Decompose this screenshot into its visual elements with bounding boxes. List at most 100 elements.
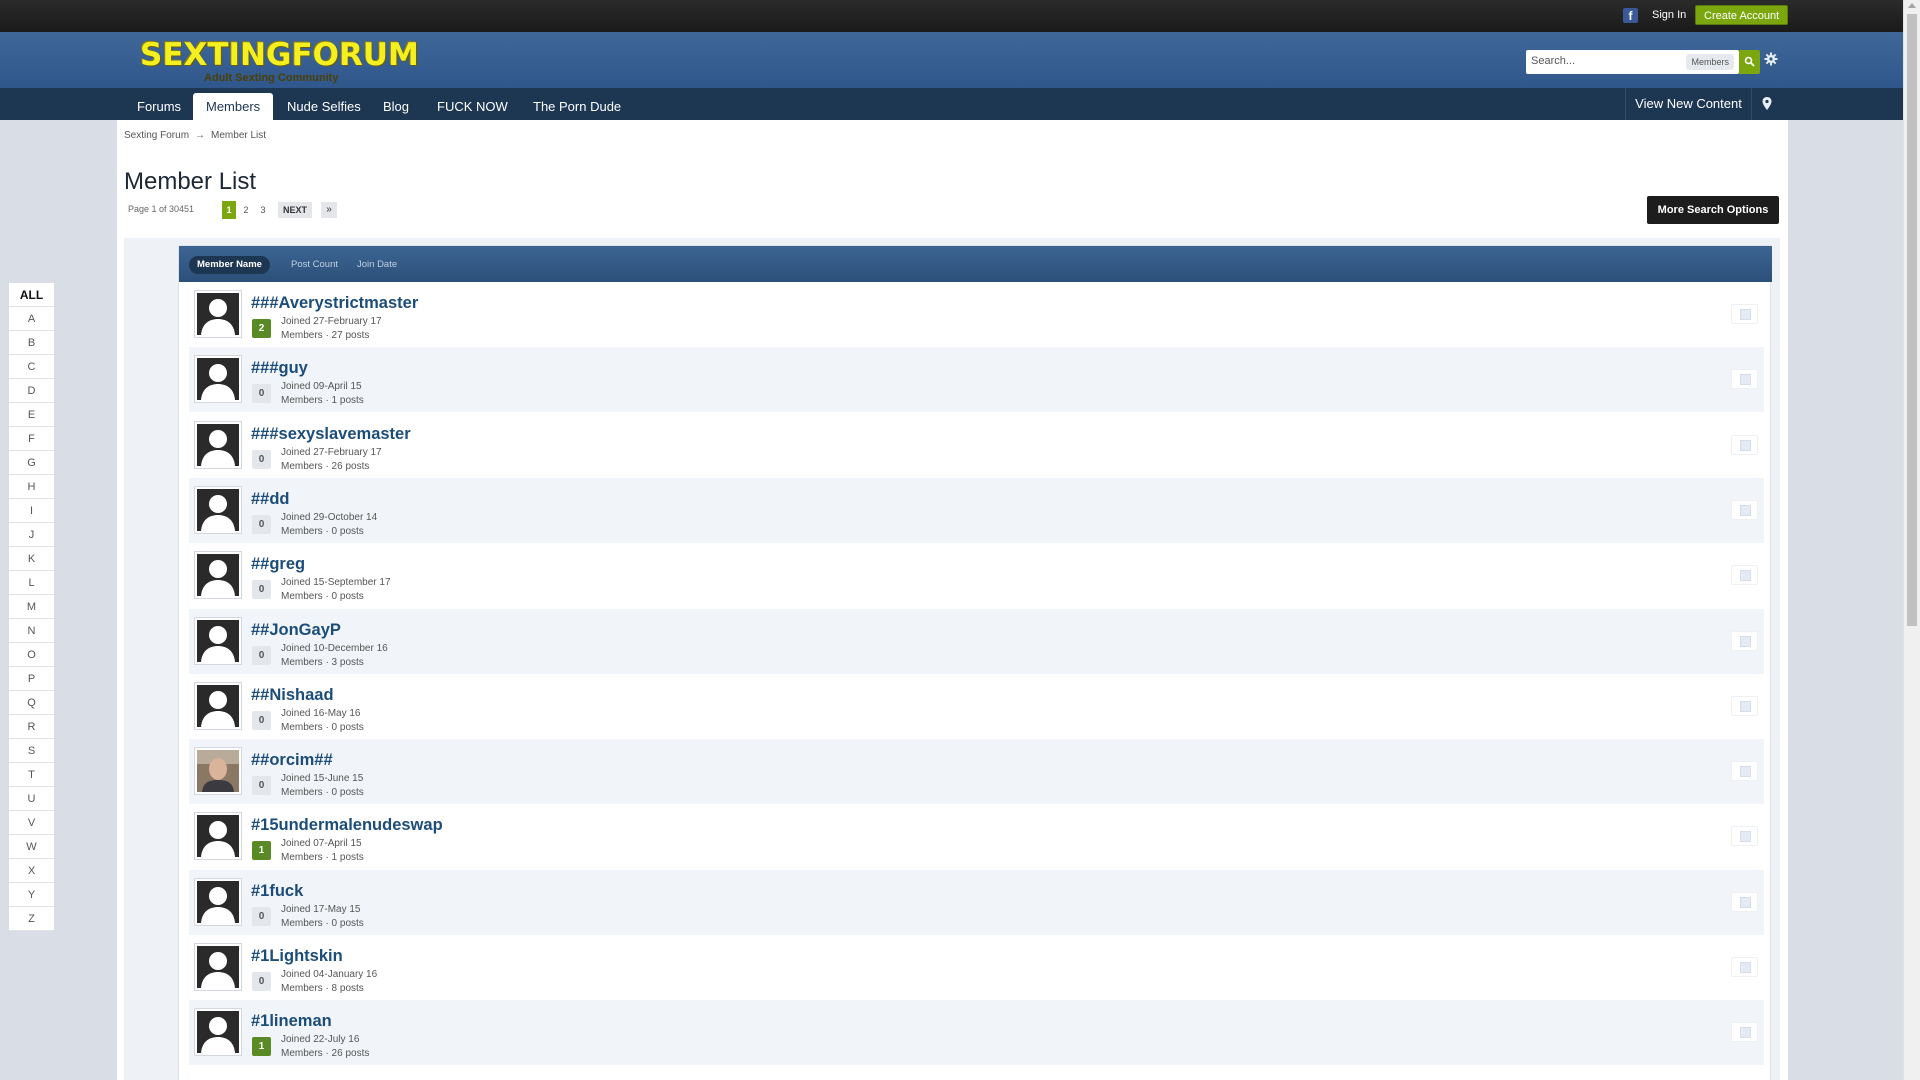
member-group-posts: Members · 0 posts — [281, 591, 364, 603]
member-row: #1fuck 0 Joined 17-May 15 Members · 0 posts — [189, 869, 1764, 935]
member-group-posts: Members · 27 posts — [281, 330, 370, 341]
letter-filter-y[interactable]: Y — [9, 883, 54, 907]
member-name-link[interactable]: ##JonGayP — [251, 621, 341, 640]
member-card-button[interactable] — [1731, 565, 1758, 586]
member-card-button[interactable] — [1731, 369, 1758, 390]
member-name-link[interactable]: ##greg — [251, 555, 305, 574]
letter-filter-m[interactable]: M — [9, 595, 54, 619]
letter-filter-j[interactable]: J — [9, 523, 54, 547]
sort-join-date[interactable]: Join Date — [357, 256, 397, 274]
user-photo-avatar — [197, 750, 239, 793]
member-name-link[interactable]: ##dd — [251, 490, 290, 509]
next-page-button[interactable]: NEXT — [278, 202, 313, 218]
letter-filter-d[interactable]: D — [9, 379, 54, 403]
member-name-link[interactable]: #1lineman — [251, 1012, 332, 1031]
letter-filter-v[interactable]: V — [9, 811, 54, 835]
sort-post-count[interactable]: Post Count — [291, 256, 338, 274]
scroll-up-arrow[interactable] — [1908, 3, 1916, 8]
page-scrollbar[interactable] — [1903, 0, 1920, 1080]
profile-card-icon — [1740, 831, 1751, 843]
member-card-button[interactable] — [1731, 630, 1758, 651]
member-name-link[interactable]: #15undermalenudeswap — [251, 816, 443, 835]
nav-tab-members[interactable]: Members — [193, 93, 274, 120]
avatar[interactable] — [194, 681, 242, 730]
avatar[interactable] — [194, 420, 242, 469]
page-2-link[interactable]: 2 — [239, 201, 253, 219]
member-name-link[interactable]: ###guy — [251, 359, 308, 378]
view-new-content-link[interactable]: View New Content — [1625, 88, 1751, 120]
letter-filter-k[interactable]: K — [9, 547, 54, 571]
facebook-icon[interactable]: f — [1623, 8, 1638, 23]
letter-filter-z[interactable]: Z — [9, 907, 54, 931]
member-card-button[interactable] — [1731, 434, 1758, 455]
avatar[interactable] — [194, 1008, 242, 1057]
page-3-link[interactable]: 3 — [256, 201, 270, 219]
search-scope-selector[interactable]: Members — [1686, 54, 1734, 70]
letter-filter-i[interactable]: I — [9, 499, 54, 523]
letter-filter-c[interactable]: C — [9, 355, 54, 379]
member-name-link[interactable]: #1fuck — [251, 882, 303, 901]
gear-icon[interactable] — [1764, 52, 1778, 66]
member-card-button[interactable] — [1731, 761, 1758, 782]
avatar[interactable] — [194, 943, 242, 991]
letter-filter-s[interactable]: S — [9, 739, 54, 763]
member-group-posts: Members · 8 posts — [281, 983, 364, 994]
member-name-link[interactable]: ###Averystrictmaster — [251, 294, 418, 313]
breadcrumb-home[interactable]: Sexting Forum — [124, 130, 189, 141]
letter-filter-o[interactable]: O — [9, 643, 54, 667]
sort-member-name[interactable]: Member Name — [189, 256, 270, 274]
member-name-link[interactable]: ###sexyslavemaster — [251, 425, 411, 444]
site-logo[interactable]: SEXTINGFORUM Adult Sexting Community — [140, 37, 419, 84]
member-name-link[interactable]: #1Lightskin — [251, 947, 343, 966]
letter-filter-u[interactable]: U — [9, 787, 54, 811]
profile-card-icon — [1740, 439, 1751, 451]
member-card-button[interactable] — [1731, 695, 1758, 716]
letter-filter-a[interactable]: A — [9, 307, 54, 331]
member-name-link[interactable]: ##Nishaad — [251, 686, 334, 705]
letter-filter-q[interactable]: Q — [9, 691, 54, 715]
letter-filter-n[interactable]: N — [9, 619, 54, 643]
member-name-link[interactable]: ##orcim## — [251, 751, 333, 770]
scrollbar-thumb[interactable] — [1907, 14, 1917, 626]
letter-filter-p[interactable]: P — [9, 667, 54, 691]
letter-filter-l[interactable]: L — [9, 571, 54, 595]
avatar[interactable] — [194, 877, 242, 926]
more-search-options-button[interactable]: More Search Options — [1647, 196, 1779, 224]
letter-filter-w[interactable]: W — [9, 835, 54, 859]
search-button[interactable] — [1739, 50, 1760, 74]
create-account-button[interactable]: Create Account — [1695, 5, 1789, 25]
avatar[interactable] — [194, 355, 242, 404]
avatar[interactable] — [194, 747, 242, 796]
letter-filter-x[interactable]: X — [9, 859, 54, 883]
letter-filter-b[interactable]: B — [9, 331, 54, 355]
nav-tab-the-porn-dude[interactable]: The Porn Dude — [520, 93, 634, 120]
reputation-badge: 0 — [252, 906, 271, 926]
letter-filter-e[interactable]: E — [9, 403, 54, 427]
member-card-button[interactable] — [1731, 499, 1758, 520]
avatar[interactable] — [194, 485, 242, 534]
nav-tab-fuck-now[interactable]: FUCK NOW — [424, 93, 521, 120]
member-card-button[interactable] — [1731, 826, 1758, 847]
member-card-button[interactable] — [1731, 304, 1758, 324]
avatar[interactable] — [194, 616, 242, 665]
member-card-button[interactable] — [1731, 1022, 1758, 1043]
avatar[interactable] — [194, 551, 242, 600]
member-card-button[interactable] — [1731, 891, 1758, 912]
sign-in-link[interactable]: Sign In — [1652, 9, 1686, 21]
letter-filter-all[interactable]: ALL — [9, 283, 54, 307]
letter-filter-g[interactable]: G — [9, 451, 54, 475]
letter-filter-t[interactable]: T — [9, 763, 54, 787]
letter-filter-f[interactable]: F — [9, 427, 54, 451]
letter-filter-r[interactable]: R — [9, 715, 54, 739]
letter-filter-h[interactable]: H — [9, 475, 54, 499]
nav-tab-blog[interactable]: Blog — [370, 93, 422, 120]
avatar[interactable] — [194, 812, 242, 861]
avatar[interactable] — [194, 290, 242, 338]
nav-tab-nude-selfies[interactable]: Nude Selfies — [274, 93, 374, 120]
nav-tab-forums[interactable]: Forums — [124, 93, 194, 120]
member-card-button[interactable] — [1731, 957, 1758, 977]
location-button[interactable] — [1751, 88, 1781, 120]
search-input[interactable]: Search... Members — [1526, 50, 1739, 74]
default-avatar-icon — [197, 880, 239, 923]
last-page-button[interactable]: » — [321, 202, 337, 218]
